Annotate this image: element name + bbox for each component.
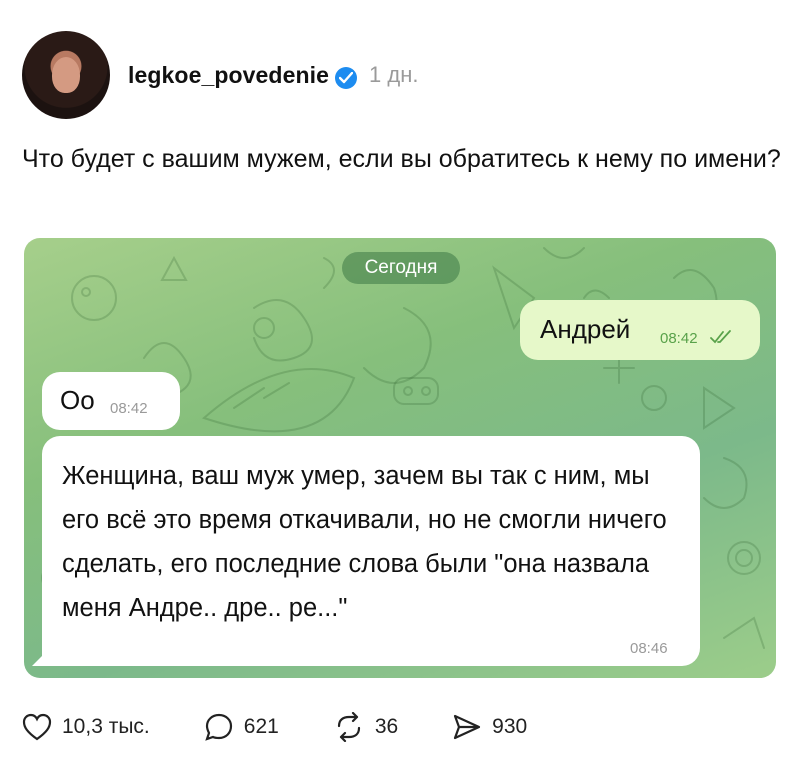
- post-header: legkoe_povedenie 1 дн.: [22, 30, 418, 120]
- message-time: 08:46: [630, 640, 668, 657]
- verified-badge-icon: [335, 67, 358, 89]
- share-button[interactable]: 930: [452, 713, 527, 741]
- post-actions: 10,3 тыс. 621 36 930: [22, 710, 581, 744]
- message-time: 08:42: [660, 330, 698, 347]
- avatar[interactable]: [22, 31, 110, 119]
- heart-icon: [22, 713, 52, 741]
- message-outgoing[interactable]: Андрей 08:42: [520, 300, 760, 360]
- bubble-tail: [32, 652, 46, 666]
- message-time: 08:42: [110, 400, 148, 417]
- repost-icon: [337, 712, 360, 742]
- repost-count: 36: [374, 715, 399, 738]
- post-caption: Что будет с вашим мужем, если вы обратит…: [22, 145, 781, 173]
- like-count: 10,3 тыс.: [62, 715, 150, 738]
- comment-bubble-icon: [205, 713, 232, 741]
- message-text: Оо: [60, 385, 95, 415]
- message-incoming[interactable]: Оо 08:42: [42, 372, 180, 430]
- like-button[interactable]: 10,3 тыс.: [22, 713, 150, 741]
- repost-button[interactable]: 36: [333, 712, 398, 742]
- post-time: 1 дн.: [369, 62, 419, 87]
- author-name[interactable]: legkoe_povedenie: [128, 62, 329, 89]
- comment-button[interactable]: 621: [204, 712, 279, 742]
- chat-screenshot: Сегодня Андрей 08:42 Оо 08:42 Женщина, в…: [24, 238, 776, 678]
- date-separator: Сегодня: [342, 252, 460, 284]
- comment-count: 621: [243, 715, 279, 738]
- message-text: Андрей: [540, 314, 631, 344]
- send-icon: [454, 714, 481, 740]
- double-check-icon: [710, 330, 731, 344]
- message-text: Женщина, ваш муж умер, зачем вы так с ни…: [62, 462, 667, 622]
- share-count: 930: [492, 715, 528, 738]
- message-incoming[interactable]: Женщина, ваш муж умер, зачем вы так с ни…: [42, 436, 700, 666]
